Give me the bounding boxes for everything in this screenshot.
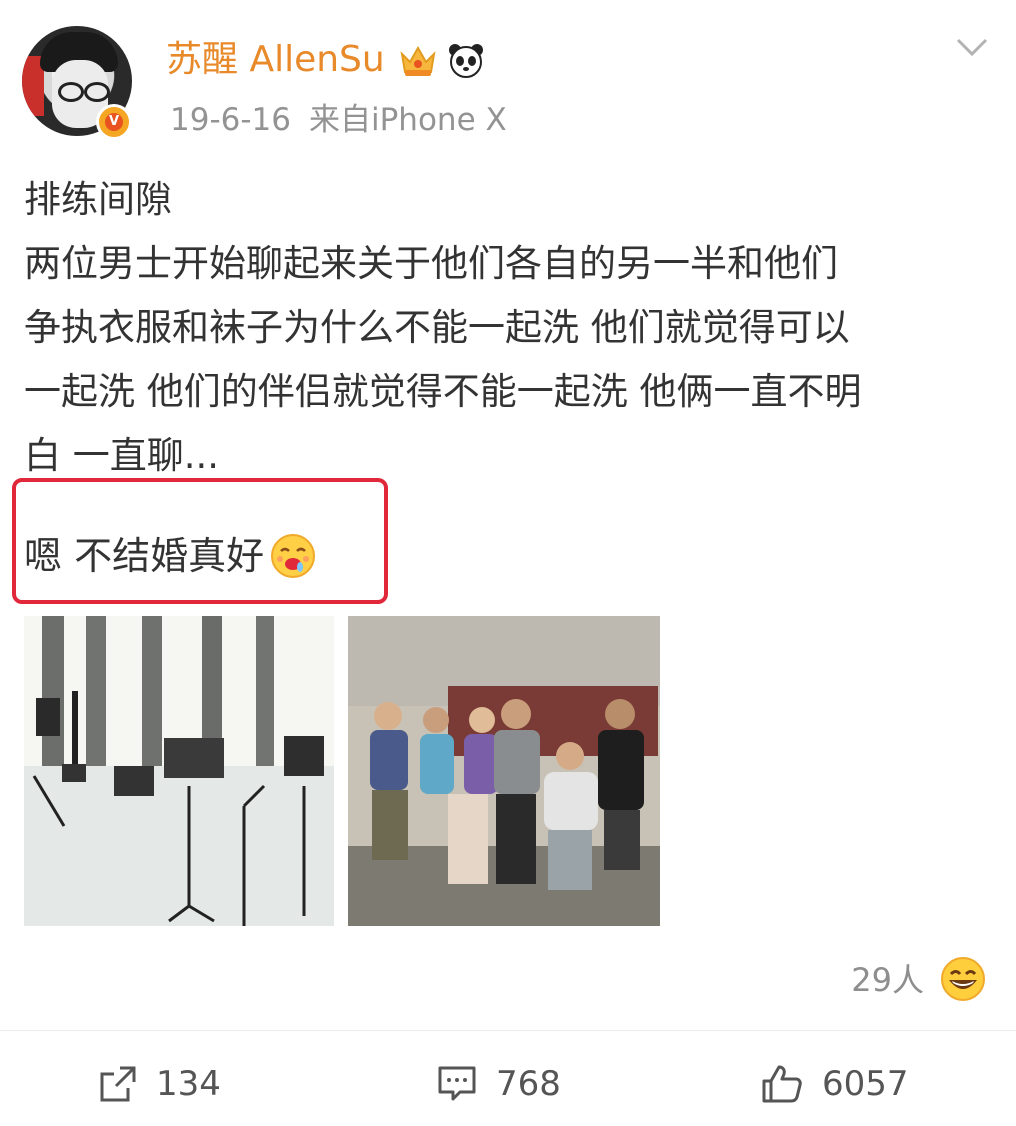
highlighted-text: 嗯 不结婚真好 bbox=[24, 524, 318, 588]
post-date: 19-6-16 bbox=[170, 102, 291, 138]
drooling-face-icon bbox=[271, 534, 316, 578]
comment-count: 768 bbox=[496, 1064, 561, 1104]
post-text: 排练间隙 两位男士开始聊起来关于他们各自的另一半和他们 争执衣服和袜子为什么不能… bbox=[24, 168, 994, 488]
post-line: 一起洗 他们的伴侣就觉得不能一起洗 他俩一直不明 bbox=[24, 370, 862, 413]
verified-badge-icon: V bbox=[96, 104, 132, 140]
comment-button[interactable]: 768 bbox=[436, 1060, 561, 1108]
post-line: 排练间隙 bbox=[24, 178, 172, 221]
like-button[interactable]: 6057 bbox=[760, 1060, 909, 1108]
post-line: 两位男士开始聊起来关于他们各自的另一半和他们 bbox=[24, 242, 838, 285]
chevron-down-icon[interactable] bbox=[956, 36, 988, 60]
like-count: 6057 bbox=[822, 1064, 909, 1104]
grinning-face-icon[interactable] bbox=[940, 956, 986, 1002]
group-photo[interactable] bbox=[348, 616, 660, 926]
share-count: 134 bbox=[156, 1064, 221, 1104]
reaction-count[interactable]: 29人 bbox=[851, 956, 924, 1004]
crown-icon[interactable] bbox=[398, 40, 438, 80]
author-name[interactable]: 苏醒 AllenSu bbox=[166, 36, 385, 84]
panda-icon[interactable] bbox=[446, 40, 486, 80]
thumbs-up-icon bbox=[762, 1065, 802, 1103]
post-source[interactable]: 来自iPhone X bbox=[309, 102, 507, 138]
post-line: 争执衣服和袜子为什么不能一起洗 他们就觉得可以 bbox=[24, 306, 850, 349]
share-button[interactable]: 134 bbox=[98, 1060, 221, 1108]
divider bbox=[0, 1030, 1016, 1031]
post-meta: 19-6-16 来自iPhone X bbox=[170, 98, 507, 142]
highlighted-line: 嗯 不结婚真好 bbox=[24, 534, 265, 578]
comment-icon bbox=[438, 1066, 476, 1101]
rehearsal-room-photo[interactable] bbox=[24, 616, 334, 926]
share-icon bbox=[100, 1066, 136, 1102]
